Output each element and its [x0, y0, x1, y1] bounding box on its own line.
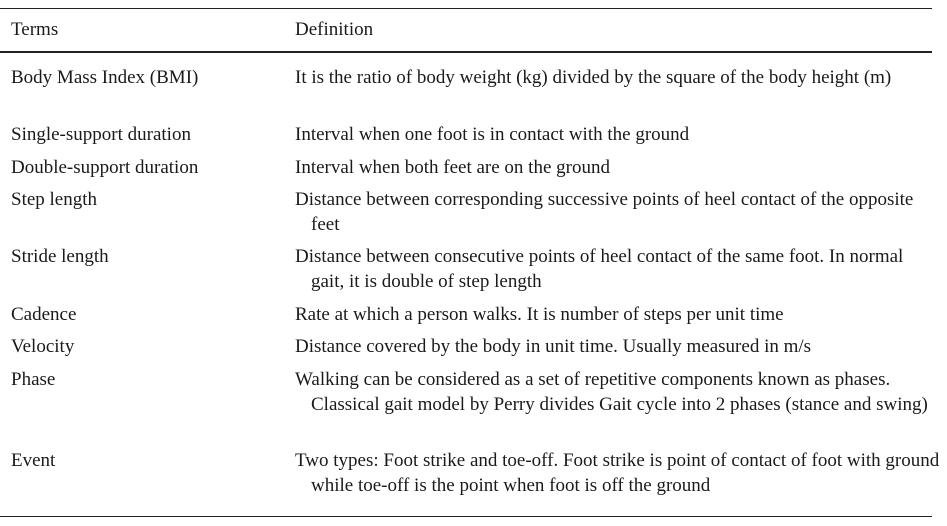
definition-cell: Distance between consecutive points of h…: [295, 246, 904, 292]
definition-cell: Interval when both feet are on the groun…: [295, 157, 610, 178]
definition-cell: Interval when one foot is in contact wit…: [295, 124, 690, 145]
term-cell: Stride length: [11, 246, 109, 267]
term-cell: Event: [11, 450, 56, 471]
definition-cell: Two types: Foot strike and toe-off. Foot…: [295, 450, 940, 496]
definition-cell: Walking can be considered as a set of re…: [295, 369, 928, 415]
definition-cell: Distance covered by the body in unit tim…: [295, 336, 812, 357]
table-bottom-rule: [0, 516, 932, 517]
definition-cell: Rate at which a person walks. It is numb…: [295, 304, 784, 325]
term-cell: Body Mass Index (BMI): [11, 67, 199, 88]
definition-cell: It is the ratio of body weight (kg) divi…: [295, 67, 892, 88]
header-definition: Definition: [295, 19, 374, 40]
header-terms: Terms: [11, 19, 59, 40]
term-cell: Phase: [11, 369, 56, 390]
terms-table: Terms Definition Body Mass Index (BMI) I…: [0, 0, 947, 526]
definition-cell: Distance between corresponding successiv…: [295, 189, 914, 235]
table-header-rule: [0, 51, 932, 53]
table-top-rule: [0, 8, 932, 9]
term-cell: Double-support duration: [11, 157, 199, 178]
term-cell: Cadence: [11, 304, 77, 325]
term-cell: Step length: [11, 189, 98, 210]
term-cell: Single-support duration: [11, 124, 191, 145]
term-cell: Velocity: [11, 336, 75, 357]
